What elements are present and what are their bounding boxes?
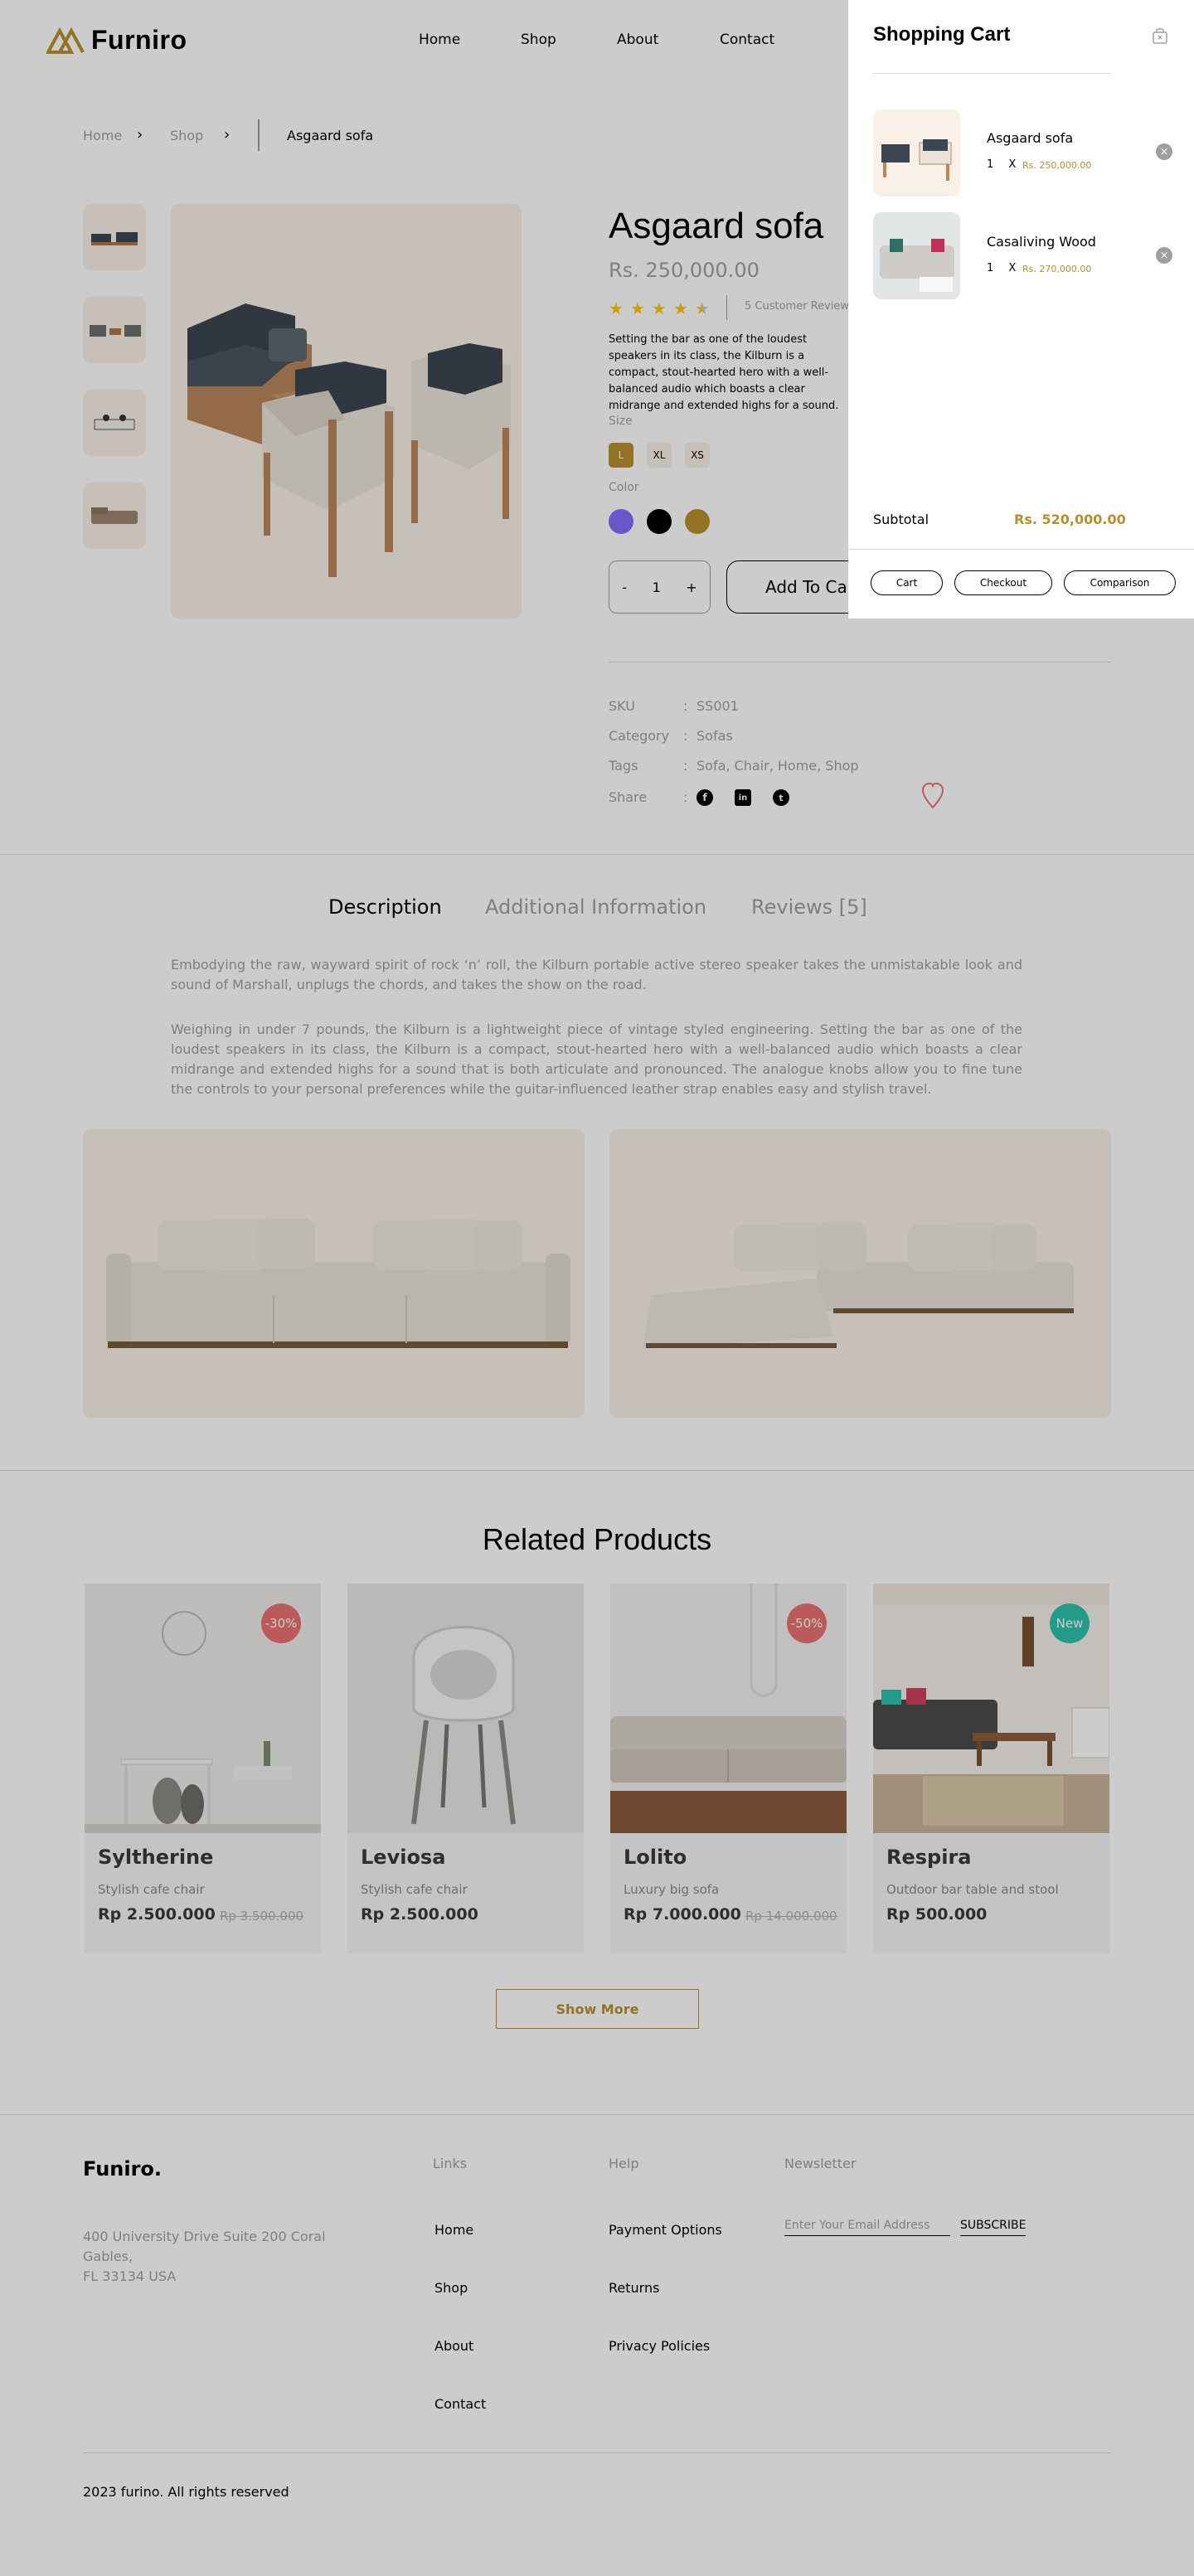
subtotal-label: Subtotal [873,512,929,527]
cart-item-price: Rs. 270,000.00 [1022,264,1092,274]
close-cart-icon[interactable] [1151,27,1169,45]
subtotal-value: Rs. 520,000.00 [1014,512,1126,527]
shopping-cart-drawer: Shopping Cart Asgaard sofa 1 X Rs. 250,0… [848,0,1194,619]
comparison-button[interactable]: Comparison [1064,570,1176,595]
asgaard-sofa-thumb-image [881,139,952,181]
remove-item-icon[interactable]: × [1156,143,1172,160]
cart-item-name: Casaliving Wood [987,234,1096,250]
view-cart-button[interactable]: Cart [871,570,943,595]
checkout-button[interactable]: Checkout [954,570,1052,595]
cart-footer-divider [848,549,1194,550]
casaliving-sofa-thumb-image [873,212,960,299]
cart-item-name: Asgaard sofa [987,130,1074,146]
cart-item-image [873,212,960,299]
cart-item-price: Rs. 250,000.00 [1022,160,1092,171]
cart-title: Shopping Cart [873,23,1011,46]
cart-divider [873,73,1111,74]
product-page: Furniro Home Shop About Contact Home › S… [0,0,1194,2576]
cart-item-qty: 1 X [987,262,1017,274]
cart-item-qty: 1 X [987,158,1017,171]
cart-item-image [873,109,960,196]
remove-item-icon[interactable]: × [1156,247,1172,264]
